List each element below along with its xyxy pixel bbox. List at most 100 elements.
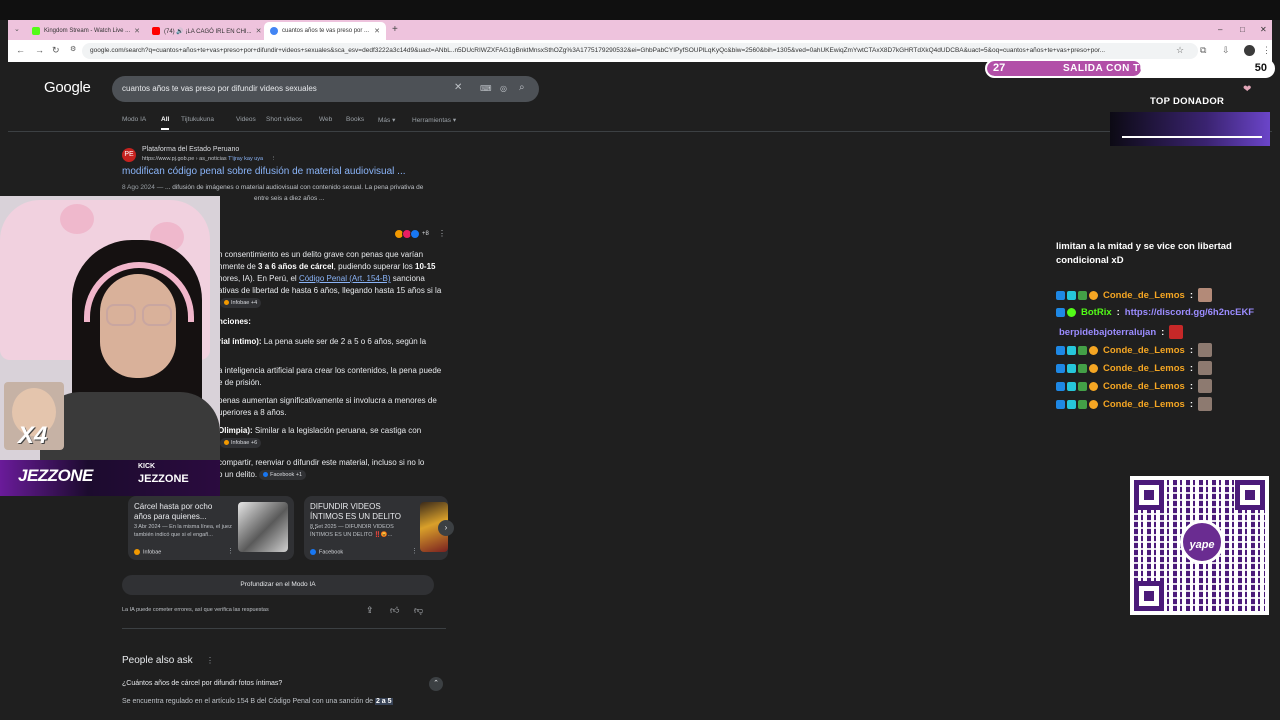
card-source-label: Infobae: [143, 549, 162, 555]
profile-avatar[interactable]: [1244, 45, 1255, 56]
top-donor-label: TOP DONADOR: [1150, 96, 1225, 107]
ai-item-text: uperiores a 8 años.: [218, 408, 287, 417]
ai-line-text: sanciona: [390, 274, 425, 283]
address-bar[interactable]: google.com/search?q=cuantos+años+te+vas+…: [82, 43, 1198, 59]
clear-search-icon[interactable]: ✕: [454, 82, 462, 93]
back-icon[interactable]: ←: [16, 45, 25, 55]
result-translate-link[interactable]: T'ijray kay uyа: [228, 156, 263, 162]
forward-icon[interactable]: →: [35, 45, 44, 55]
card-snippet: 8 Set 2025 — DIFUNDIR VIDEOS ÍNTIMOS ES …: [310, 524, 394, 538]
tab-tools[interactable]: Herramientas ▾: [412, 116, 456, 124]
badge-icon: [1089, 363, 1098, 373]
downloads-icon[interactable]: ⇩: [1222, 45, 1230, 56]
source-card-infobae[interactable]: Cárcel hasta por ocho años para quienes.…: [128, 496, 294, 560]
reload-icon[interactable]: ↻: [52, 45, 60, 56]
new-tab-button[interactable]: +: [392, 24, 398, 35]
close-icon[interactable]: ✕: [256, 27, 262, 35]
ai-menu-icon[interactable]: ⋮: [438, 229, 446, 238]
address-url: google.com/search?q=cuantos+años+te+vas+…: [90, 47, 1106, 54]
multiplier-badge: X4: [18, 422, 48, 449]
search-icon[interactable]: ⌕: [519, 82, 525, 93]
yape-qr-code: yape: [1130, 476, 1269, 615]
bookmark-star-icon[interactable]: ☆: [1176, 45, 1184, 56]
thumbs-down-icon[interactable]: 👎︎: [414, 605, 423, 616]
facebook-icon: [310, 548, 316, 555]
chat-colon: :: [1161, 326, 1165, 338]
ai-item-bold: Olimpia):: [218, 426, 253, 435]
carousel-next-icon[interactable]: ›: [438, 520, 454, 536]
card-title: Cárcel hasta por ocho años para quienes.…: [134, 502, 213, 521]
tab-short-videos[interactable]: Short videos: [266, 116, 302, 123]
chat-colon: :: [1189, 362, 1193, 374]
card-menu-icon[interactable]: ⋮: [227, 547, 234, 555]
goal-max: 50: [1254, 62, 1267, 74]
source-chip-label: Facebook +1: [270, 471, 303, 478]
ai-sources-count[interactable]: +8: [422, 231, 429, 237]
badge-icon: [1078, 381, 1087, 391]
tab-kick[interactable]: Kingdom Stream - Watch Live ... ✕: [26, 22, 146, 40]
tab-all[interactable]: All: [161, 116, 169, 123]
youtube-favicon-icon: [152, 27, 160, 35]
paa-question[interactable]: ¿Cuántos años de cárcel por difundir fot…: [122, 680, 282, 687]
result-date: 8 Ago 2024 —: [122, 184, 164, 191]
tab-search-icon[interactable]: ⌄: [14, 25, 20, 33]
maximize-button[interactable]: □: [1240, 25, 1245, 34]
source-chip[interactable]: Facebook +1: [259, 469, 307, 480]
chat-colon: :: [1189, 344, 1193, 356]
tab-books[interactable]: Books: [346, 116, 364, 123]
keyboard-icon[interactable]: ⌨: [480, 84, 492, 93]
extensions-icon[interactable]: ⧉: [1200, 45, 1206, 56]
badge-icon: [1056, 363, 1065, 373]
chat-message: Conde_de_Lemos:: [1056, 397, 1212, 411]
tab-more[interactable]: Más ▾: [378, 116, 395, 124]
qr-finder: [1134, 480, 1164, 510]
tab-youtube[interactable]: (74) 🔊 ¡LA CAGÓ IRL EN CHI... ✕: [146, 22, 264, 40]
ai-item: rial íntimo): La pena suele ser de 2 a 5…: [218, 336, 426, 348]
chevron-up-icon[interactable]: ⌃: [429, 677, 443, 691]
lens-icon[interactable]: ◎: [500, 84, 507, 93]
search-input[interactable]: cuantos años te vas preso por difundir v…: [112, 76, 539, 102]
codigo-penal-link[interactable]: Código Penal (Art. 154-B): [299, 274, 391, 283]
ai-subheading: nciones:: [218, 317, 251, 326]
chat-message: Conde_de_Lemos:: [1056, 361, 1212, 375]
more-menu-icon[interactable]: ⋮: [1262, 45, 1271, 56]
ai-line-text: , pudiendo superar los: [333, 262, 416, 271]
tab-web[interactable]: Web: [319, 116, 332, 123]
paa-menu-icon[interactable]: ⋮: [206, 656, 214, 665]
result-menu-icon[interactable]: ⋮: [271, 156, 277, 162]
ai-line-text: nmente de: [218, 262, 259, 271]
site-info-icon[interactable]: ⚙: [70, 45, 76, 53]
close-icon[interactable]: ✕: [374, 27, 380, 35]
tab-ai-mode[interactable]: Modo IA: [122, 116, 146, 123]
tab-images[interactable]: Tijtukukuna: [181, 116, 214, 123]
chat-username: Conde_de_Lemos: [1103, 344, 1185, 356]
tab-videos[interactable]: Videos: [236, 116, 256, 123]
share-icon[interactable]: ⇪: [366, 605, 374, 616]
source-card-facebook[interactable]: DIFUNDIR VIDEOS ÍNTIMOS ES UN DELITO ...…: [304, 496, 448, 560]
source-icon: [410, 229, 420, 239]
card-thumbnail: [238, 502, 288, 552]
result-url[interactable]: https://www.pj.gob.pe › as_noticias T'ij…: [142, 156, 276, 162]
close-icon[interactable]: ✕: [134, 27, 140, 35]
ai-mode-button[interactable]: Profundizar en el Modo IA: [122, 575, 434, 595]
thumbs-up-icon[interactable]: 👍︎: [390, 605, 399, 616]
ai-item: Infobae +6: [218, 437, 262, 449]
result-title-link[interactable]: modifican código penal sobre difusión de…: [122, 166, 406, 177]
infobae-icon: [134, 548, 140, 555]
minimize-button[interactable]: –: [1218, 25, 1222, 34]
chat-link[interactable]: https://discord.gg/6h2ncEKF: [1125, 307, 1254, 318]
result-site-name[interactable]: Plataforma del Estado Peruano: [142, 146, 239, 153]
source-chip[interactable]: Infobae +4: [220, 297, 262, 308]
badge-icon: [1067, 363, 1076, 373]
google-logo[interactable]: Google: [44, 79, 91, 96]
chat-username: berpidebajoterralujan: [1059, 326, 1157, 338]
search-query: cuantos años te vas preso por difundir v…: [122, 84, 317, 93]
tab-google-search[interactable]: cuantos años te vas preso por ... ✕: [264, 22, 386, 40]
ai-sources-icons[interactable]: [394, 229, 420, 239]
close-window-button[interactable]: ✕: [1260, 25, 1267, 34]
card-menu-icon[interactable]: ⋮: [411, 547, 418, 555]
source-chip[interactable]: Infobae +6: [220, 437, 262, 448]
ai-line-text: n consentimiento es un delito grave con …: [218, 250, 424, 259]
badge-icon: [1056, 308, 1065, 317]
chat-message: BotRix: https://discord.gg/6h2ncEKF: [1056, 307, 1254, 318]
